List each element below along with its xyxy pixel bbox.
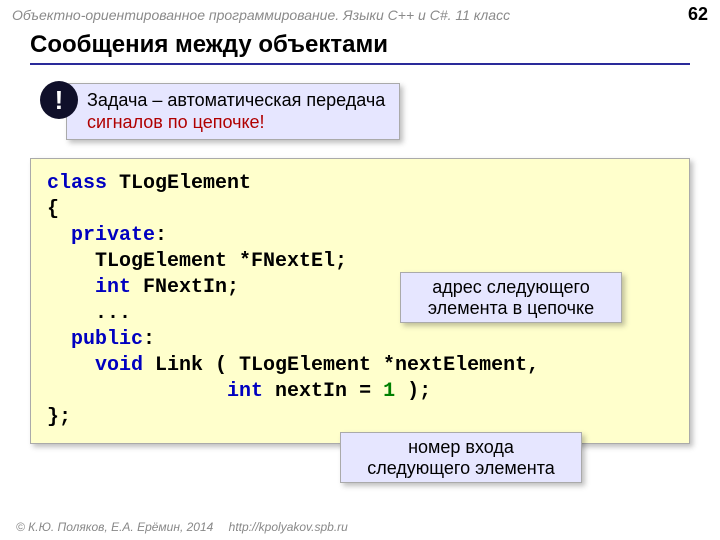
kw-void: void	[47, 354, 143, 377]
callout2-l2: следующего элемента	[351, 458, 571, 479]
task-line1: Задача – автоматическая передача	[87, 90, 385, 112]
fnextin: FNextIn;	[131, 276, 239, 299]
footer-authors: © К.Ю. Поляков, Е.А. Ерёмин, 2014	[16, 520, 213, 534]
kw-int1: int	[47, 276, 131, 299]
line-fnextel: TLogElement *FNextEl;	[47, 250, 347, 273]
nextin: nextIn =	[263, 380, 383, 403]
dots: ...	[47, 302, 131, 325]
end-paren: );	[395, 380, 431, 403]
callout-input-number: номер входа следующего элемента	[340, 432, 582, 483]
link-part: Link ( TLogElement *nextElement,	[143, 354, 539, 377]
slide-title: Сообщения между объектами	[30, 31, 690, 65]
kw-private: private	[47, 224, 155, 247]
task-line2: сигналов по цепочке!	[87, 112, 385, 134]
colon2: :	[143, 328, 155, 351]
kw-class: class	[47, 172, 107, 195]
kw-public: public	[47, 328, 143, 351]
task-row: ! Задача – автоматическая передача сигна…	[40, 81, 720, 140]
class-name: TLogElement	[107, 172, 251, 195]
callout-address: адрес следующего элемента в цепочке	[400, 272, 622, 323]
callout1-l2: элемента в цепочке	[411, 298, 611, 319]
footer-url: http://kpolyakov.spb.ru	[229, 520, 348, 534]
num-one: 1	[383, 380, 395, 403]
header-bar: Объектно-ориентированное программировани…	[0, 0, 720, 25]
brace-open: {	[47, 198, 59, 221]
colon1: :	[155, 224, 167, 247]
callout1-l1: адрес следующего	[411, 277, 611, 298]
task-box: Задача – автоматическая передача сигнало…	[66, 83, 400, 140]
footer: © К.Ю. Поляков, Е.А. Ерёмин, 2014 http:/…	[16, 520, 348, 534]
course-label: Объектно-ориентированное программировани…	[12, 7, 510, 23]
page-number: 62	[688, 4, 708, 25]
callout2-l1: номер входа	[351, 437, 571, 458]
exclamation-icon: !	[40, 81, 78, 119]
kw-int2: int	[47, 380, 263, 403]
brace-close: };	[47, 406, 71, 429]
